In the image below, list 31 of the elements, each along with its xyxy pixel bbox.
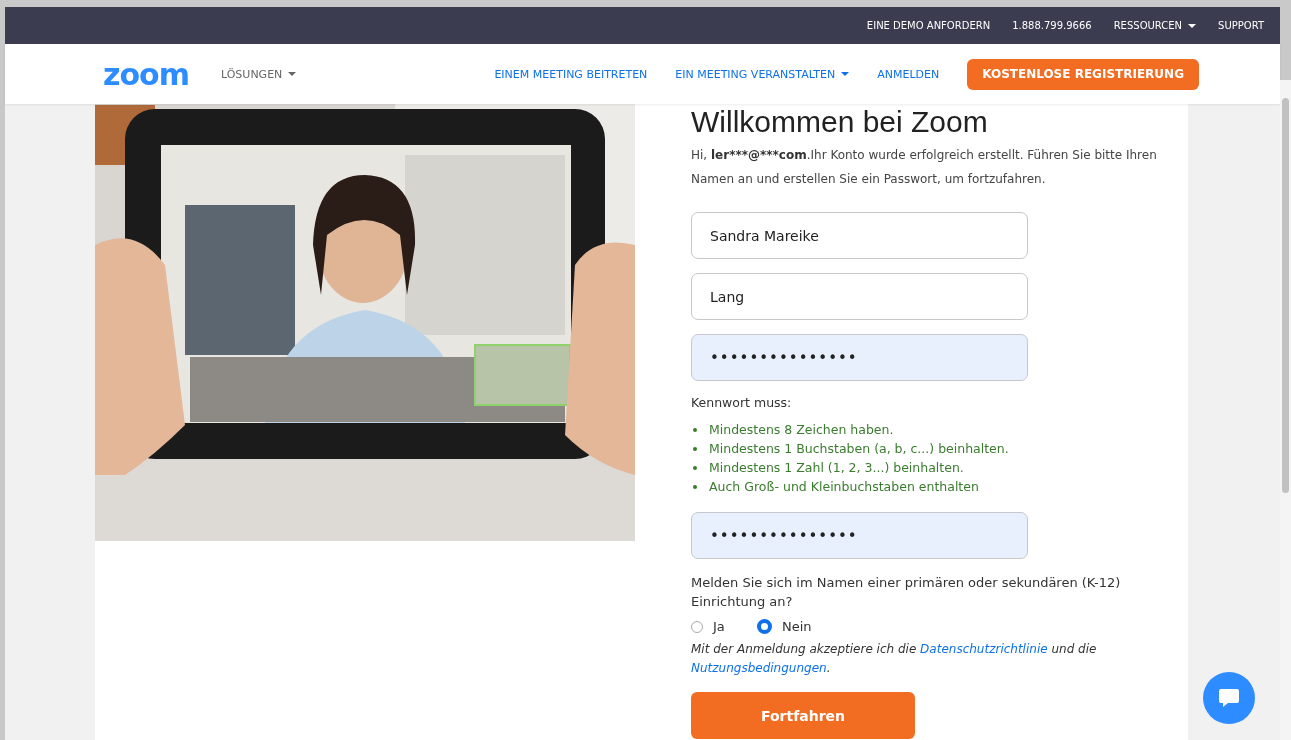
nav-link[interactable]: LÖSUNGEN xyxy=(220,67,297,81)
radio-button[interactable] xyxy=(691,620,703,633)
radio-button[interactable] xyxy=(757,619,772,634)
top-link[interactable]: SUPPORT xyxy=(1218,20,1264,31)
top-link[interactable]: RESSOURCEN xyxy=(1113,20,1197,31)
confirm-password-field[interactable]: ••••••••••••••• xyxy=(691,512,1028,559)
privacy-link[interactable]: Datenschutzrichtlinie xyxy=(920,642,1048,656)
top-link[interactable]: EINE DEMO ANFORDERN xyxy=(866,20,991,31)
nav-link[interactable]: EIN MEETING VERANSTALTEN xyxy=(675,67,850,81)
intro-text: Hi, ler***@***com.Ihr Konto wurde erfolgreich erstellt. Führen Sie bitte Ihren Namen an und erstellen Sie ein Passwort, um fortzufahren. xyxy=(691,147,1158,188)
chat-icon xyxy=(1218,688,1240,708)
nav-link[interactable]: EINEM MEETING BEITRETEN xyxy=(494,67,648,81)
password-rule: Auch Groß- und Kleinbuchstaben enthalten xyxy=(691,477,1181,496)
password-field[interactable]: ••••••••••••••• xyxy=(691,334,1028,381)
scroll-thumb[interactable] xyxy=(1282,98,1289,493)
question-text: Melden Sie sich im Namen einer primären oder sekundären (K-12) Einrichtung an? xyxy=(691,574,1122,611)
scrollbar[interactable] xyxy=(1280,80,1291,740)
top-link[interactable]: 1.888.799.9666 xyxy=(1012,20,1092,31)
password-rule: Mindestens 8 Zeichen haben. xyxy=(691,420,1181,439)
name-field[interactable]: Sandra Mareike xyxy=(691,212,1028,259)
caret-icon xyxy=(288,72,297,76)
terms-link[interactable]: Nutzungsbedingungen xyxy=(691,661,827,675)
terms-text: Mit der Anmeldung akzeptiere ich die Datenschutzrichtlinie und die Nutzungsbedingungen. xyxy=(691,641,1098,677)
name-field[interactable]: Lang xyxy=(691,273,1028,320)
password-rule: Mindestens 1 Zahl (1, 2, 3...) beinhalten. xyxy=(691,458,1181,477)
password-rule: Mindestens 1 Buchstaben (a, b, c...) beinhalten. xyxy=(691,439,1181,458)
radio-label[interactable]: Ja xyxy=(713,619,725,634)
nav-link[interactable]: ANMELDEN xyxy=(877,67,940,81)
rules-heading: Kennwort muss: xyxy=(691,395,793,410)
radio-label[interactable]: Nein xyxy=(782,619,812,634)
page-title: Willkommen bei Zoom xyxy=(691,105,989,139)
